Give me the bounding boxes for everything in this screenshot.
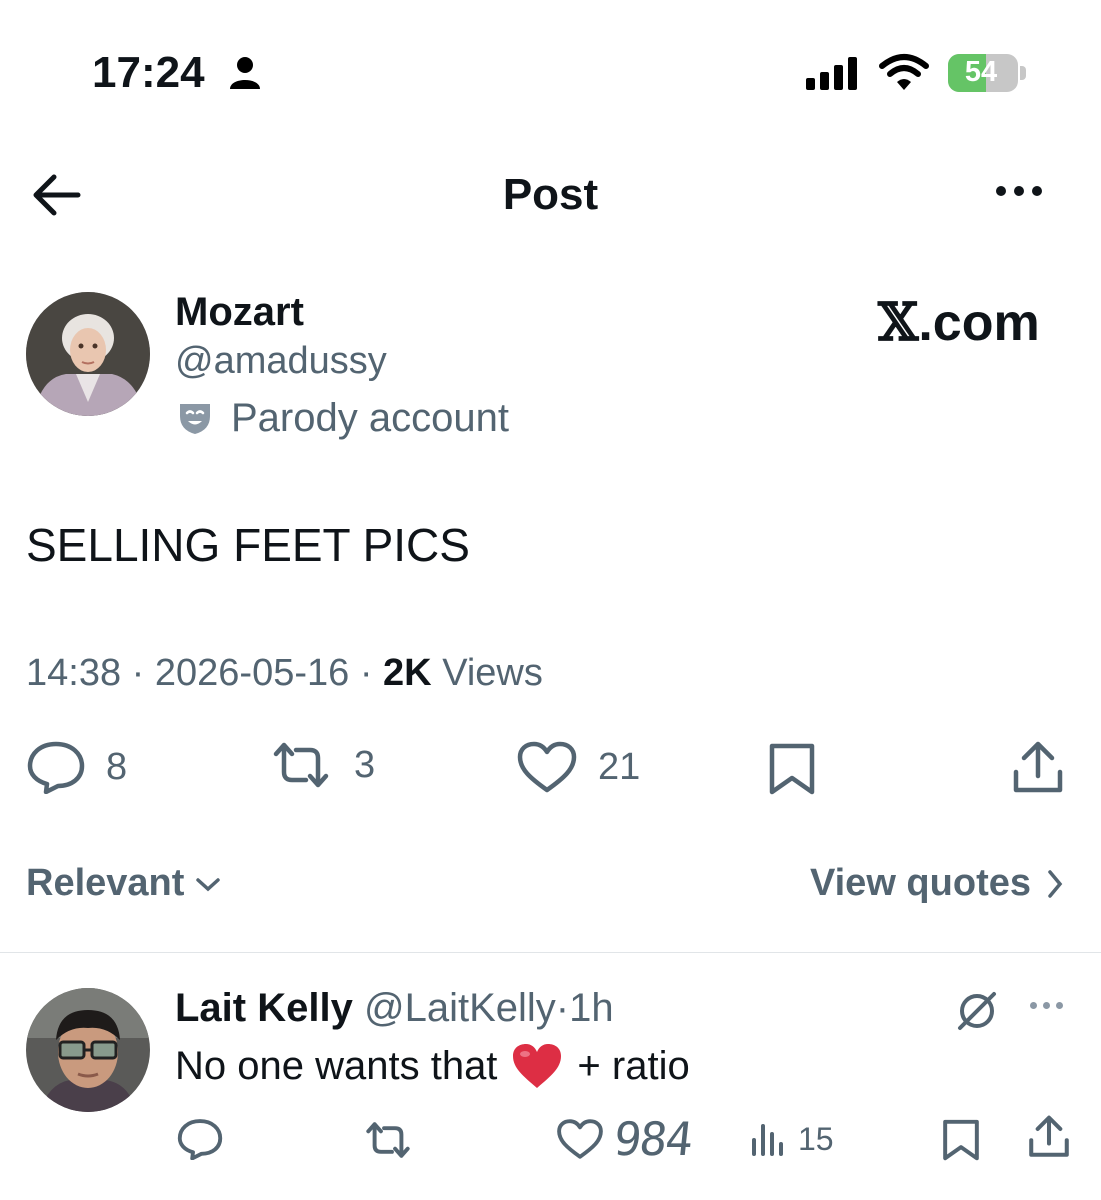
author-handle[interactable]: @amadussy xyxy=(175,340,387,383)
grok-icon[interactable] xyxy=(954,988,1000,1034)
bookmark-icon[interactable] xyxy=(768,742,816,796)
reply-avatar[interactable] xyxy=(26,988,150,1112)
wifi-icon xyxy=(879,54,929,90)
reply-time: 1h xyxy=(569,986,614,1030)
reply-bookmark-icon[interactable] xyxy=(942,1118,980,1162)
view-quotes-label: View quotes xyxy=(809,862,1031,904)
sort-label: Relevant xyxy=(26,862,185,904)
cellular-signal-icon xyxy=(806,56,857,90)
view-quotes-link[interactable]: View quotes xyxy=(810,862,1065,905)
like-button[interactable]: 21 xyxy=(516,740,640,794)
divider xyxy=(0,952,1101,953)
author-name[interactable]: Mozart xyxy=(175,290,304,335)
chevron-right-icon xyxy=(1048,869,1063,898)
battery-indicator: 54 xyxy=(948,54,1018,92)
share-icon[interactable] xyxy=(1012,740,1064,796)
views-count: 2K xyxy=(383,652,432,694)
status-time: 17:24 xyxy=(92,48,205,97)
parody-label: Parody account xyxy=(231,396,509,440)
reply-views[interactable]: 15 xyxy=(748,1120,834,1158)
reply-icon xyxy=(27,741,85,794)
red-heart-emoji xyxy=(513,1044,562,1088)
chevron-down-icon xyxy=(196,877,221,891)
reply-like-button[interactable]: 984 xyxy=(556,1112,694,1166)
reply-view-count: 15 xyxy=(798,1120,834,1157)
battery-nub xyxy=(1020,66,1026,80)
repost-button[interactable]: 3 xyxy=(268,740,375,790)
reply-reply-icon[interactable] xyxy=(176,1118,224,1160)
reply-text-before: No one wants that xyxy=(175,1043,498,1088)
analytics-icon xyxy=(752,1124,783,1156)
page-title: Post xyxy=(502,170,599,219)
meta-separator: · xyxy=(359,652,373,694)
x-watermark: 𝕏.com xyxy=(878,292,1040,353)
reply-text: No one wants that + ratio xyxy=(175,1042,690,1090)
reply-button[interactable]: 8 xyxy=(26,740,127,794)
battery-level: 54 xyxy=(964,56,998,88)
post-meta: 14:38 · 2026-05-16 · 2K Views xyxy=(26,652,543,695)
author-avatar[interactable] xyxy=(26,292,150,416)
repost-count: 3 xyxy=(354,743,376,786)
sort-relevant-dropdown[interactable]: Relevant xyxy=(26,862,222,905)
reply-more-icon[interactable] xyxy=(1030,1002,1063,1009)
post-date[interactable]: 2026-05-16 xyxy=(155,652,349,694)
meta-separator: · xyxy=(555,986,570,1030)
reply-like-count-handwritten: 984 xyxy=(611,1112,694,1166)
reply-author-handle[interactable]: @LaitKelly xyxy=(364,986,556,1030)
post-time[interactable]: 14:38 xyxy=(26,652,121,694)
more-options-icon[interactable] xyxy=(996,186,1042,196)
post-text: SELLING FEET PICS xyxy=(26,519,470,571)
meta-separator: · xyxy=(131,652,145,694)
x-logo-glyph: 𝕏 xyxy=(878,292,919,353)
reply-share-icon[interactable] xyxy=(1028,1114,1070,1160)
x-watermark-suffix: .com xyxy=(918,294,1040,352)
person-icon xyxy=(230,57,260,89)
reply-count: 8 xyxy=(106,745,128,788)
heart-icon xyxy=(517,741,577,793)
reply-repost-icon[interactable] xyxy=(362,1120,414,1160)
reply-header: Lait Kelly @LaitKelly·1h xyxy=(175,986,614,1031)
like-count: 21 xyxy=(598,745,641,788)
reply-text-after: + ratio xyxy=(577,1043,690,1088)
reply-author-name[interactable]: Lait Kelly xyxy=(175,986,353,1030)
repost-icon xyxy=(273,742,329,788)
parody-mask-icon xyxy=(180,404,210,434)
views-label: Views xyxy=(442,652,543,694)
reply-heart-icon xyxy=(557,1119,603,1159)
